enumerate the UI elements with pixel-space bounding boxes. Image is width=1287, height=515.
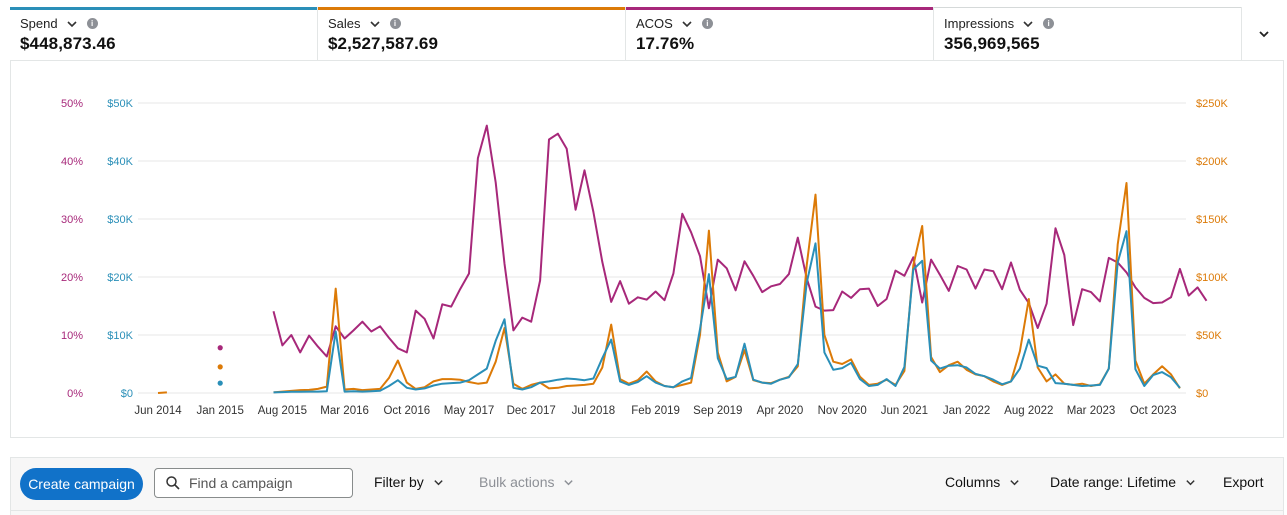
- bulk-actions-dropdown[interactable]: Bulk actions: [479, 474, 574, 490]
- date-range-label: Date range: Lifetime: [1050, 474, 1177, 490]
- sales-axis-tick-label: $100K: [1196, 272, 1228, 284]
- spend-axis-tick-label: $10K: [107, 330, 133, 342]
- x-axis-tick-label: Oct 2023: [1130, 405, 1177, 417]
- acos-axis-tick-label: 0%: [67, 388, 83, 400]
- chevron-down-icon[interactable]: [369, 18, 381, 30]
- x-axis-tick-label: Nov 2020: [818, 405, 867, 417]
- bulk-actions-label: Bulk actions: [479, 474, 555, 490]
- spend-axis-tick-label: $0: [121, 388, 133, 400]
- acos-series-point: [217, 345, 223, 351]
- x-axis-tick-label: Aug 2015: [258, 405, 307, 417]
- x-axis-tick-label: Mar 2016: [320, 405, 369, 417]
- columns-label: Columns: [945, 474, 1001, 490]
- sales-series-line: [273, 182, 1181, 394]
- metric-tile-acos[interactable]: ACOS i 17.76%: [626, 7, 934, 60]
- metric-color-bar: [318, 7, 625, 10]
- search-icon: [166, 476, 180, 490]
- sales-axis-tick-label: $150K: [1196, 214, 1228, 226]
- metric-label: Spend: [20, 16, 58, 31]
- x-axis-tick-label: Mar 2023: [1067, 405, 1116, 417]
- chevron-down-icon[interactable]: [681, 18, 693, 30]
- expand-metrics-button[interactable]: [1244, 7, 1284, 60]
- x-axis-tick-label: Jan 2015: [197, 405, 244, 417]
- chevron-down-icon[interactable]: [1022, 18, 1034, 30]
- metric-value: $448,873.46: [20, 34, 116, 53]
- metric-tile-spend[interactable]: Spend i $448,873.46: [10, 7, 318, 60]
- x-axis-tick-label: Jan 2022: [943, 405, 990, 417]
- spend-axis-tick-label: $20K: [107, 272, 133, 284]
- x-axis-tick-label: Apr 2020: [757, 405, 804, 417]
- campaign-toolbar: Create campaign Filter by Bulk actions C…: [10, 457, 1284, 515]
- line-chart: 50% 40% 30% 20% 10% 0% $50K $40K $30K $20K $10K $0 $…: [61, 98, 1229, 417]
- acos-axis-tick-label: 10%: [61, 330, 83, 342]
- metric-color-bar: [626, 7, 933, 10]
- chevron-down-icon: [434, 479, 443, 485]
- sales-series-point: [217, 364, 223, 370]
- info-icon[interactable]: i: [701, 18, 713, 29]
- acos-axis-tick-label: 30%: [61, 214, 83, 226]
- chevron-down-icon: [1259, 30, 1269, 37]
- metric-value: 17.76%: [636, 34, 695, 53]
- chevron-down-icon[interactable]: [66, 18, 78, 30]
- metric-label: ACOS: [636, 16, 673, 31]
- filter-by-dropdown[interactable]: Filter by: [374, 474, 444, 490]
- filter-by-label: Filter by: [374, 474, 424, 490]
- x-axis-tick-label: Jul 2018: [572, 405, 615, 417]
- campaign-search: [154, 468, 353, 498]
- acos-axis-tick-label: 50%: [61, 98, 83, 110]
- columns-dropdown[interactable]: Columns: [945, 474, 1020, 490]
- chevron-down-icon: [564, 479, 574, 485]
- info-icon[interactable]: i: [389, 18, 401, 29]
- acos-axis-tick-label: 40%: [61, 156, 83, 168]
- spend-axis-tick-label: $30K: [107, 214, 133, 226]
- info-icon[interactable]: i: [1043, 18, 1055, 29]
- metric-label: Impressions: [944, 16, 1015, 31]
- spend-series-point: [217, 380, 223, 386]
- x-axis-tick-label: Jun 2021: [881, 405, 928, 417]
- sales-axis-tick-label: $0: [1196, 388, 1208, 400]
- performance-chart: 50% 40% 30% 20% 10% 0% $50K $40K $30K $20K $10K $0 $…: [10, 60, 1284, 438]
- spend-axis-tick-label: $40K: [107, 156, 133, 168]
- spend-axis-tick-label: $50K: [107, 98, 133, 110]
- metric-color-bar: [934, 7, 1241, 8]
- export-button[interactable]: Export: [1223, 474, 1263, 490]
- x-axis-tick-label: Oct 2016: [383, 405, 430, 417]
- metric-color-bar: [10, 7, 317, 10]
- metric-tile-sales[interactable]: Sales i $2,527,587.69: [318, 7, 626, 60]
- date-range-dropdown[interactable]: Date range: Lifetime: [1050, 474, 1196, 490]
- export-label: Export: [1223, 474, 1264, 490]
- info-icon[interactable]: i: [86, 18, 98, 29]
- metric-tiles: Spend i $448,873.46 Sales i $2,527,587.6…: [10, 7, 1284, 61]
- sales-axis-tick-label: $250K: [1196, 98, 1228, 110]
- metric-tile-impressions[interactable]: Impressions i 356,969,565: [934, 7, 1242, 60]
- chevron-down-icon: [1186, 479, 1195, 485]
- metric-value: 356,969,565: [944, 34, 1040, 53]
- search-input[interactable]: [187, 474, 351, 492]
- sales-axis-tick-label: $200K: [1196, 156, 1228, 168]
- x-axis-tick-label: Sep 2019: [693, 405, 742, 417]
- x-axis-tick-label: Jun 2014: [134, 405, 182, 417]
- metric-value: $2,527,587.69: [328, 34, 439, 53]
- chevron-down-icon: [1010, 479, 1019, 485]
- create-campaign-button[interactable]: Create campaign: [20, 468, 143, 500]
- sales-series-line: [157, 391, 167, 394]
- acos-axis-tick-label: 20%: [61, 272, 83, 284]
- acos-series-line: [272, 124, 1208, 358]
- x-axis-tick-label: Dec 2017: [507, 405, 556, 417]
- table-header-edge: [10, 510, 1284, 515]
- x-axis-tick-label: Aug 2022: [1004, 405, 1053, 417]
- x-axis-tick-label: May 2017: [444, 405, 495, 417]
- sales-axis-tick-label: $50K: [1196, 330, 1222, 342]
- x-axis-tick-label: Feb 2019: [631, 405, 680, 417]
- metric-label: Sales: [328, 16, 361, 31]
